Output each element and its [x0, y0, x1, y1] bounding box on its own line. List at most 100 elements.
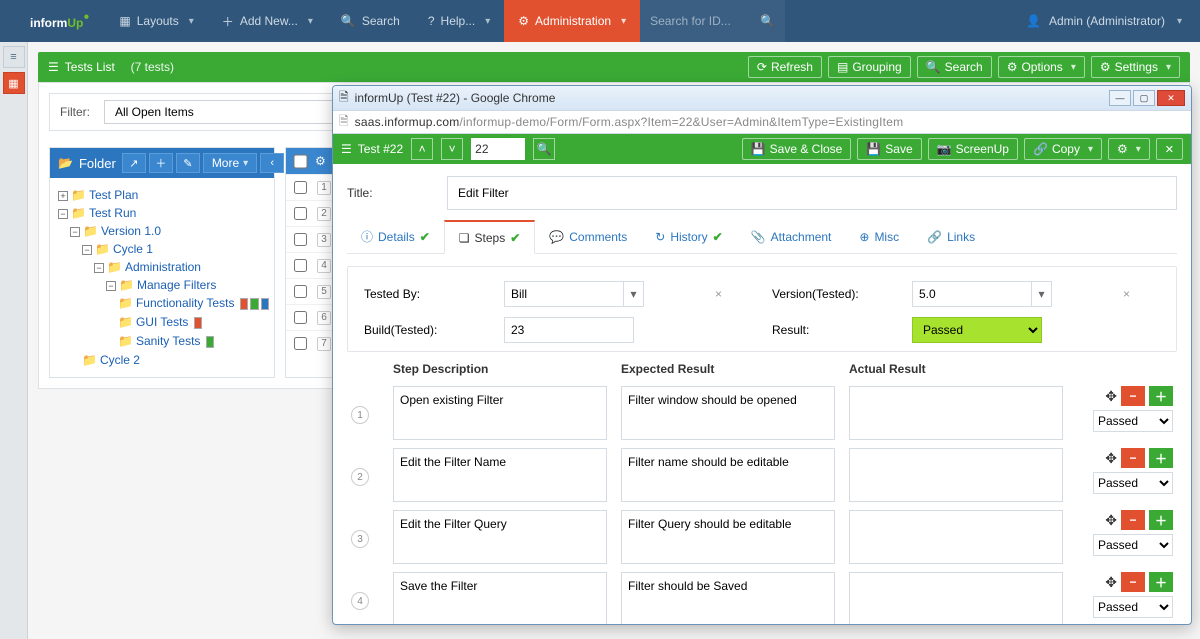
row-checkbox[interactable] — [294, 181, 307, 194]
collapse-icon[interactable]: − — [94, 263, 104, 273]
step-result-select[interactable]: Passed — [1093, 534, 1173, 556]
drag-handle-icon[interactable]: ✥ — [1105, 512, 1117, 529]
build-input[interactable] — [504, 317, 634, 343]
tree-node-admin[interactable]: −📁Administration — [58, 258, 266, 276]
delete-step-button[interactable]: − — [1121, 510, 1145, 530]
tab-history[interactable]: ↻History✔ — [641, 220, 736, 253]
step-result-select[interactable]: Passed — [1093, 472, 1173, 494]
actual-result-input[interactable] — [849, 510, 1063, 564]
actual-result-input[interactable] — [849, 386, 1063, 440]
tree-node-cycle2[interactable]: 📁Cycle 2 — [58, 351, 266, 369]
save-close-button[interactable]: 💾Save & Close — [742, 138, 852, 160]
tree-node-gui[interactable]: 📁GUI Tests — [58, 313, 266, 332]
save-button[interactable]: 💾Save — [857, 138, 921, 160]
delete-step-button[interactable]: − — [1121, 386, 1145, 406]
select-all-checkbox[interactable] — [293, 154, 307, 168]
form-settings-button[interactable]: ⚙ — [1108, 138, 1150, 160]
gear-icon[interactable]: ⚙ — [315, 154, 326, 168]
tab-links[interactable]: 🔗Links — [913, 220, 989, 253]
tree-node-cycle1[interactable]: −📁Cycle 1 — [58, 240, 266, 258]
screenup-button[interactable]: 📷ScreenUp — [928, 138, 1018, 160]
expected-result-input[interactable]: Filter name should be editable — [621, 448, 835, 502]
chevron-down-icon[interactable]: ▾ — [624, 281, 644, 307]
global-search-input[interactable] — [650, 14, 760, 28]
tested-by-field[interactable]: ×▾ — [504, 281, 752, 307]
expected-result-input[interactable]: Filter window should be opened — [621, 386, 835, 440]
window-maximize-button[interactable]: ▢ — [1133, 90, 1155, 106]
tab-attachment[interactable]: 📎Attachment — [737, 220, 846, 253]
row-checkbox[interactable] — [294, 259, 307, 272]
clear-icon[interactable]: × — [715, 287, 722, 301]
folder-expand-button[interactable]: ↗ — [122, 153, 146, 173]
add-step-button[interactable]: ＋ — [1149, 386, 1173, 406]
tree-node-sanity[interactable]: 📁Sanity Tests — [58, 332, 266, 351]
collapse-icon[interactable]: − — [70, 227, 80, 237]
window-minimize-button[interactable]: — — [1109, 90, 1131, 106]
add-step-button[interactable]: ＋ — [1149, 572, 1173, 592]
actual-result-input[interactable] — [849, 448, 1063, 502]
tree-node-functionality[interactable]: 📁Functionality Tests — [58, 294, 266, 313]
version-input[interactable] — [912, 281, 1032, 307]
window-close-button[interactable]: ✕ — [1157, 90, 1185, 106]
chevron-down-icon[interactable]: ▾ — [1032, 281, 1052, 307]
drag-handle-icon[interactable]: ✥ — [1105, 574, 1117, 591]
tab-details[interactable]: ⓘDetails✔ — [347, 220, 444, 253]
delete-step-button[interactable]: − — [1121, 448, 1145, 468]
row-checkbox[interactable] — [294, 207, 307, 220]
goto-item-button[interactable]: 🔍 — [533, 138, 555, 160]
rail-app-button[interactable]: ▦ — [3, 72, 25, 94]
row-checkbox[interactable] — [294, 233, 307, 246]
form-close-button[interactable]: ✕ — [1156, 138, 1183, 160]
collapse-icon[interactable]: − — [106, 281, 116, 291]
search-button[interactable]: 🔍Search — [917, 56, 992, 78]
step-description-input[interactable]: Edit the Filter Name — [393, 448, 607, 502]
grouping-button[interactable]: ▤Grouping — [828, 56, 911, 78]
version-field[interactable]: ×▾ — [912, 281, 1160, 307]
rail-menu-button[interactable]: ≡ — [3, 46, 25, 68]
options-button[interactable]: ⚙Options — [998, 56, 1085, 78]
row-checkbox[interactable] — [294, 311, 307, 324]
expected-result-input[interactable]: Filter should be Saved — [621, 572, 835, 624]
tested-by-input[interactable] — [504, 281, 624, 307]
nav-help[interactable]: ?Help... — [414, 0, 504, 42]
drag-handle-icon[interactable]: ✥ — [1105, 388, 1117, 405]
add-step-button[interactable]: ＋ — [1149, 448, 1173, 468]
nav-add-new[interactable]: ＋Add New... — [208, 0, 327, 42]
tab-steps[interactable]: ❏Steps✔ — [444, 220, 536, 254]
drag-handle-icon[interactable]: ✥ — [1105, 450, 1117, 467]
item-number-input[interactable] — [471, 138, 525, 160]
tab-comments[interactable]: 💬Comments — [535, 220, 641, 253]
step-result-select[interactable]: Passed — [1093, 596, 1173, 618]
global-search[interactable]: 🔍 — [640, 0, 785, 42]
collapse-icon[interactable]: − — [82, 245, 92, 255]
tab-misc[interactable]: ⊕Misc — [845, 220, 913, 253]
delete-step-button[interactable]: − — [1121, 572, 1145, 592]
clear-icon[interactable]: × — [1123, 287, 1130, 301]
tree-node-test-run[interactable]: −📁Test Run — [58, 204, 266, 222]
step-description-input[interactable]: Save the Filter — [393, 572, 607, 624]
settings-button[interactable]: ⚙Settings — [1091, 56, 1180, 78]
row-checkbox[interactable] — [294, 285, 307, 298]
folder-more-button[interactable]: More — [203, 153, 257, 173]
actual-result-input[interactable] — [849, 572, 1063, 624]
expected-result-input[interactable]: Filter Query should be editable — [621, 510, 835, 564]
collapse-icon[interactable]: − — [58, 209, 68, 219]
copy-button[interactable]: 🔗Copy — [1024, 138, 1102, 160]
step-description-input[interactable]: Edit the Filter Query — [393, 510, 607, 564]
tree-node-test-plan[interactable]: +📁Test Plan — [58, 186, 266, 204]
nav-search[interactable]: 🔍Search — [327, 0, 414, 42]
nav-layouts[interactable]: ▦Layouts — [105, 0, 207, 42]
tree-node-manage[interactable]: −📁Manage Filters — [58, 276, 266, 294]
address-bar[interactable]: 🗎 saas.informup.com/informup-demo/Form/F… — [333, 110, 1191, 134]
user-menu[interactable]: 👤 Admin (Administrator) — [1008, 14, 1200, 28]
folder-collapse-button[interactable]: ‹ — [260, 153, 284, 173]
result-select[interactable]: Passed — [912, 317, 1042, 343]
refresh-button[interactable]: ⟳Refresh — [748, 56, 822, 78]
prev-item-button[interactable]: ˄ — [411, 138, 433, 160]
step-result-select[interactable]: Passed — [1093, 410, 1173, 432]
next-item-button[interactable]: ˅ — [441, 138, 463, 160]
folder-edit-button[interactable]: ✎ — [176, 153, 200, 173]
folder-add-button[interactable]: ＋ — [149, 153, 173, 173]
window-titlebar[interactable]: 🗎 informUp (Test #22) - Google Chrome — … — [333, 86, 1191, 110]
expand-icon[interactable]: + — [58, 191, 68, 201]
